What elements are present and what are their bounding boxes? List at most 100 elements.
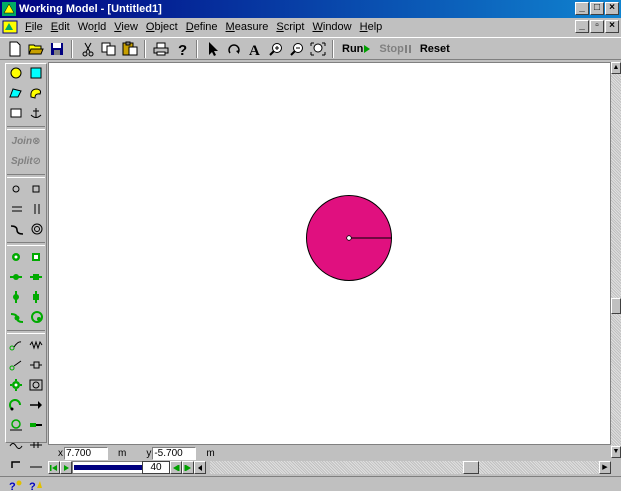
curved-slot-icon[interactable] bbox=[10, 223, 24, 238]
x-coord-field[interactable] bbox=[64, 446, 108, 460]
rigid-joint-icon[interactable] bbox=[31, 252, 41, 265]
run-button[interactable]: Run bbox=[338, 39, 375, 59]
document-icon[interactable] bbox=[2, 20, 18, 34]
reset-button[interactable]: Reset bbox=[416, 39, 454, 59]
menu-measure[interactable]: Measure bbox=[222, 21, 273, 33]
vertical-slot-icon[interactable] bbox=[32, 203, 42, 218]
curved-body-tool-icon[interactable] bbox=[29, 87, 43, 102]
print-icon[interactable] bbox=[150, 39, 171, 59]
menu-world[interactable]: World bbox=[74, 21, 111, 33]
menu-bar: File Edit World View Object Define Measu… bbox=[0, 18, 621, 36]
toolbar-separator bbox=[196, 39, 198, 58]
save-icon[interactable] bbox=[46, 39, 67, 59]
rotate-icon[interactable] bbox=[223, 39, 244, 59]
help-cursor-icon[interactable]: ? bbox=[171, 39, 192, 59]
paste-icon[interactable] bbox=[119, 39, 140, 59]
maximize-icon[interactable]: □ bbox=[590, 2, 604, 15]
zoom-in-icon[interactable] bbox=[265, 39, 286, 59]
palette-separator bbox=[7, 126, 45, 130]
horizontal-scrollbar[interactable]: ▶ bbox=[210, 461, 611, 474]
doc-minimize-icon[interactable]: _ bbox=[575, 20, 589, 33]
scroll-down-icon[interactable]: ▼ bbox=[611, 446, 621, 458]
cut-icon[interactable] bbox=[77, 39, 98, 59]
palette-separator bbox=[7, 330, 45, 334]
body-center-point[interactable] bbox=[346, 235, 352, 241]
closed-slot-icon[interactable] bbox=[31, 223, 43, 238]
pause-icon bbox=[404, 44, 411, 53]
torque-motor-icon[interactable] bbox=[9, 398, 23, 414]
menu-script[interactable]: Script bbox=[272, 21, 308, 33]
rotary-motor-icon[interactable] bbox=[9, 418, 23, 434]
circle-tool-icon[interactable] bbox=[10, 67, 22, 82]
menu-edit[interactable]: Edit bbox=[47, 21, 74, 33]
zoom-fit-icon[interactable] bbox=[307, 39, 328, 59]
curved-slot-joint-icon[interactable] bbox=[10, 311, 24, 326]
horizontal-slot-icon[interactable] bbox=[11, 204, 23, 217]
scroll-up-icon[interactable]: ▲ bbox=[611, 62, 621, 74]
actuator-icon[interactable] bbox=[29, 420, 43, 433]
square-point-tool-icon[interactable] bbox=[31, 184, 41, 197]
rope-icon[interactable] bbox=[9, 339, 23, 354]
spring-icon[interactable] bbox=[29, 339, 43, 353]
doc-restore-icon[interactable]: ▫ bbox=[590, 20, 604, 33]
pulley-icon[interactable] bbox=[29, 379, 43, 394]
join-button[interactable]: Join⊗ bbox=[6, 132, 46, 152]
text-icon[interactable]: A bbox=[244, 39, 265, 59]
tape-step-forward-icon[interactable] bbox=[182, 461, 194, 474]
tape-step-back-icon[interactable] bbox=[60, 461, 72, 474]
damper-icon[interactable] bbox=[29, 360, 43, 373]
scroll-left-icon[interactable] bbox=[194, 461, 206, 474]
split-button[interactable]: Split⊘ bbox=[6, 152, 46, 172]
line-icon[interactable] bbox=[29, 460, 43, 473]
svg-text:A: A bbox=[249, 43, 260, 56]
horizontal-scroll-thumb[interactable] bbox=[463, 461, 479, 474]
corner-icon[interactable] bbox=[10, 460, 22, 473]
menu-help[interactable]: Help bbox=[356, 21, 387, 33]
gear-icon[interactable] bbox=[9, 378, 22, 394]
menu-object[interactable]: Object bbox=[142, 21, 182, 33]
closed-slot-joint-icon[interactable] bbox=[30, 310, 43, 326]
vertical-slot-joint-icon[interactable] bbox=[11, 290, 21, 307]
window-title: Working Model - [Untitled1] bbox=[19, 3, 162, 15]
menu-define[interactable]: Define bbox=[182, 21, 222, 33]
zoom-out-icon[interactable] bbox=[286, 39, 307, 59]
pin-joint-icon[interactable] bbox=[11, 252, 21, 265]
wave-rope-icon[interactable] bbox=[9, 440, 23, 453]
tape-rewind-icon[interactable] bbox=[48, 461, 60, 474]
menu-file[interactable]: File bbox=[21, 21, 47, 33]
square-tool-icon[interactable] bbox=[10, 107, 22, 122]
play-icon bbox=[364, 44, 371, 53]
open-folder-icon[interactable] bbox=[25, 39, 46, 59]
vertical-keyed-joint-icon[interactable] bbox=[31, 290, 41, 307]
anchor-icon[interactable] bbox=[30, 107, 42, 122]
tape-slider[interactable] bbox=[72, 461, 144, 474]
copy-icon[interactable] bbox=[98, 39, 119, 59]
workspace-canvas[interactable] bbox=[48, 62, 611, 445]
keyed-slot-joint-icon[interactable] bbox=[29, 272, 43, 285]
point-tool-icon[interactable] bbox=[11, 184, 21, 197]
menu-view[interactable]: View bbox=[110, 21, 142, 33]
rectangle-tool-icon[interactable] bbox=[30, 67, 42, 82]
minimize-icon[interactable]: _ bbox=[575, 2, 589, 15]
palette-separator bbox=[7, 242, 45, 246]
tape-step-left-icon[interactable] bbox=[170, 461, 182, 474]
vertical-scroll-thumb[interactable] bbox=[611, 298, 621, 314]
menu-window[interactable]: Window bbox=[308, 21, 355, 33]
force-arrow-icon[interactable] bbox=[29, 400, 43, 413]
rod-icon[interactable] bbox=[9, 359, 23, 374]
stop-button[interactable]: Stop bbox=[375, 39, 415, 59]
pointer-icon[interactable] bbox=[202, 39, 223, 59]
scroll-right-icon[interactable]: ▶ bbox=[599, 461, 611, 474]
y-coord-field[interactable] bbox=[152, 446, 197, 460]
close-icon[interactable]: × bbox=[605, 2, 619, 15]
title-bar[interactable]: Working Model - [Untitled1] _ □ × bbox=[0, 0, 621, 18]
vertical-scrollbar[interactable]: ▲ ▼ bbox=[611, 62, 621, 458]
status-bar bbox=[0, 476, 621, 491]
horizontal-slot-joint-icon[interactable] bbox=[9, 272, 23, 285]
doc-close-icon[interactable]: × bbox=[605, 20, 619, 33]
new-file-icon[interactable] bbox=[4, 39, 25, 59]
toolbar-separator bbox=[71, 39, 73, 58]
polygon-tool-icon[interactable] bbox=[9, 87, 23, 102]
separator-icon[interactable] bbox=[29, 440, 43, 453]
y-coord-unit: m bbox=[206, 447, 215, 459]
